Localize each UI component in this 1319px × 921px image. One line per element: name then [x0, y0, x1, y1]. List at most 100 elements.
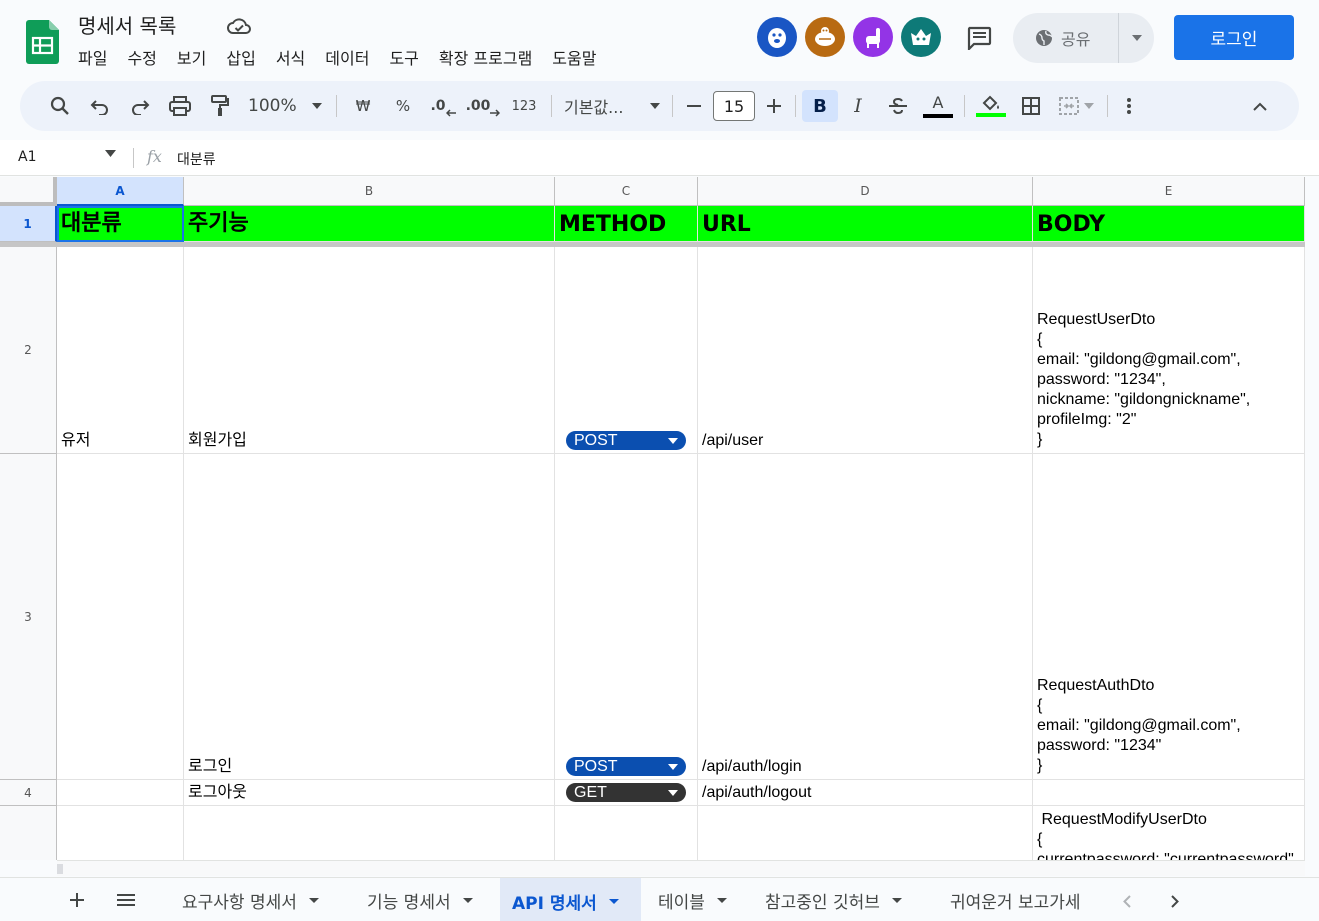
cell-c1[interactable]: METHOD: [555, 206, 698, 242]
share-dropdown-button[interactable]: [1118, 13, 1154, 63]
borders-button[interactable]: [1011, 90, 1051, 122]
more-options-button[interactable]: [1114, 90, 1144, 122]
increase-font-size-button[interactable]: [759, 90, 789, 122]
cell-b1[interactable]: 주기능: [184, 206, 555, 242]
menu-extensions[interactable]: 확장 프로그램: [439, 45, 542, 69]
method-chip[interactable]: POST: [566, 757, 686, 776]
share-button[interactable]: 공유: [1013, 13, 1154, 63]
column-header-b[interactable]: B: [184, 177, 555, 206]
column-header-e[interactable]: E: [1033, 177, 1305, 206]
cell-e1[interactable]: BODY: [1033, 206, 1305, 242]
merge-cells-button[interactable]: [1051, 90, 1101, 122]
cell-b5[interactable]: [184, 806, 555, 860]
decrease-font-size-button[interactable]: [679, 90, 709, 122]
method-chip[interactable]: POST: [566, 431, 686, 450]
cell-a3[interactable]: [57, 454, 184, 780]
avatar-collaborator-1[interactable]: [757, 17, 797, 57]
cell-a2[interactable]: 유저: [57, 247, 184, 454]
hide-menus-button[interactable]: [1240, 90, 1280, 122]
increase-decimal-button[interactable]: .00: [463, 90, 503, 122]
search-menus-button[interactable]: [40, 90, 80, 122]
strikethrough-button[interactable]: [878, 90, 918, 122]
comment-history-button[interactable]: [962, 22, 996, 54]
cell-d2[interactable]: /api/user: [698, 247, 1033, 454]
cell-d4[interactable]: /api/auth/logout: [698, 780, 1033, 806]
menu-format[interactable]: 서식: [276, 45, 315, 69]
scroll-tabs-right-button[interactable]: [1164, 890, 1186, 912]
chevron-down-icon[interactable]: [105, 150, 116, 157]
menu-edit[interactable]: 수정: [127, 45, 166, 69]
chevron-down-icon[interactable]: [608, 898, 619, 904]
cell-e5[interactable]: RequestModifyUserDto { currentpassword: …: [1033, 806, 1305, 860]
row-header-1[interactable]: 1: [0, 206, 57, 242]
document-title[interactable]: 명세서 목록: [78, 10, 176, 39]
method-chip[interactable]: GET: [566, 783, 686, 802]
scrollbar-thumb[interactable]: [57, 864, 63, 874]
row-header-5[interactable]: [0, 806, 57, 860]
more-formats-button[interactable]: 123: [503, 90, 545, 122]
column-header-a[interactable]: A: [57, 177, 184, 206]
format-percent-button[interactable]: %: [383, 90, 423, 122]
row-header-3[interactable]: 3: [0, 454, 57, 780]
cloud-saved-icon[interactable]: [226, 15, 252, 37]
chevron-down-icon[interactable]: [891, 897, 902, 903]
cell-c2[interactable]: POST: [555, 247, 698, 454]
sheets-logo-icon[interactable]: [26, 20, 59, 64]
cell-c3[interactable]: POST: [555, 454, 698, 780]
select-all-corner[interactable]: [0, 177, 57, 206]
cell-b3[interactable]: 로그인: [184, 454, 555, 780]
undo-button[interactable]: [80, 90, 120, 122]
fill-color-button[interactable]: [971, 90, 1011, 122]
tab-requirements[interactable]: 요구사항 명세서: [170, 878, 331, 921]
cell-b4[interactable]: 로그아웃: [184, 780, 555, 806]
format-currency-button[interactable]: ₩: [343, 90, 383, 122]
menu-file[interactable]: 파일: [78, 45, 117, 69]
formula-input[interactable]: 대분류: [177, 149, 216, 169]
cell-a4[interactable]: [57, 780, 184, 806]
tab-features[interactable]: 기능 명세서: [355, 878, 485, 921]
paint-format-button[interactable]: [200, 90, 240, 122]
cell-c5[interactable]: [555, 806, 698, 860]
avatar-collaborator-4[interactable]: [901, 17, 941, 57]
chevron-down-icon[interactable]: [716, 897, 727, 903]
tab-api-spec[interactable]: API 명세서: [500, 878, 641, 921]
redo-button[interactable]: [120, 90, 160, 122]
cell-e4[interactable]: [1033, 780, 1305, 806]
name-box[interactable]: A1: [18, 149, 36, 165]
decrease-decimal-button[interactable]: .0: [423, 90, 463, 122]
menu-insert[interactable]: 삽입: [226, 45, 265, 69]
horizontal-scrollbar[interactable]: [57, 860, 1305, 876]
chevron-down-icon[interactable]: [308, 897, 319, 903]
cell-e2[interactable]: RequestUserDto { email: "gildong@gmail.c…: [1033, 247, 1305, 454]
tab-github[interactable]: 참고중인 깃허브: [753, 878, 914, 921]
row-header-2[interactable]: 2: [0, 247, 57, 454]
cell-a5[interactable]: [57, 806, 184, 860]
font-family-select[interactable]: 기본값...: [558, 90, 666, 122]
add-sheet-button[interactable]: [64, 887, 90, 913]
print-button[interactable]: [160, 90, 200, 122]
avatar-collaborator-3[interactable]: [853, 17, 893, 57]
tab-table[interactable]: 테이블: [646, 878, 739, 921]
cell-c4[interactable]: GET: [555, 780, 698, 806]
menu-help[interactable]: 도움말: [552, 45, 606, 69]
italic-button[interactable]: I: [838, 90, 878, 122]
text-color-button[interactable]: A: [918, 90, 958, 122]
cell-d5[interactable]: [698, 806, 1033, 860]
column-header-d[interactable]: D: [698, 177, 1033, 206]
cell-b2[interactable]: 회원가입: [184, 247, 555, 454]
tab-cute[interactable]: 귀여운거 보고가세: [938, 878, 1100, 921]
menu-data[interactable]: 데이터: [325, 45, 379, 69]
row-header-4[interactable]: 4: [0, 780, 57, 806]
chevron-down-icon[interactable]: [462, 897, 473, 903]
font-size-input[interactable]: 15: [713, 91, 755, 121]
login-button[interactable]: 로그인: [1174, 15, 1294, 60]
cell-d1[interactable]: URL: [698, 206, 1033, 242]
column-header-c[interactable]: C: [555, 177, 698, 206]
menu-tools[interactable]: 도구: [389, 45, 428, 69]
all-sheets-button[interactable]: [113, 887, 139, 913]
menu-view[interactable]: 보기: [177, 45, 216, 69]
share-main[interactable]: 공유: [1013, 13, 1118, 63]
cell-a1[interactable]: 대분류: [57, 206, 184, 242]
cell-e3[interactable]: RequestAuthDto { email: "gildong@gmail.c…: [1033, 454, 1305, 780]
avatar-collaborator-2[interactable]: [805, 17, 845, 57]
